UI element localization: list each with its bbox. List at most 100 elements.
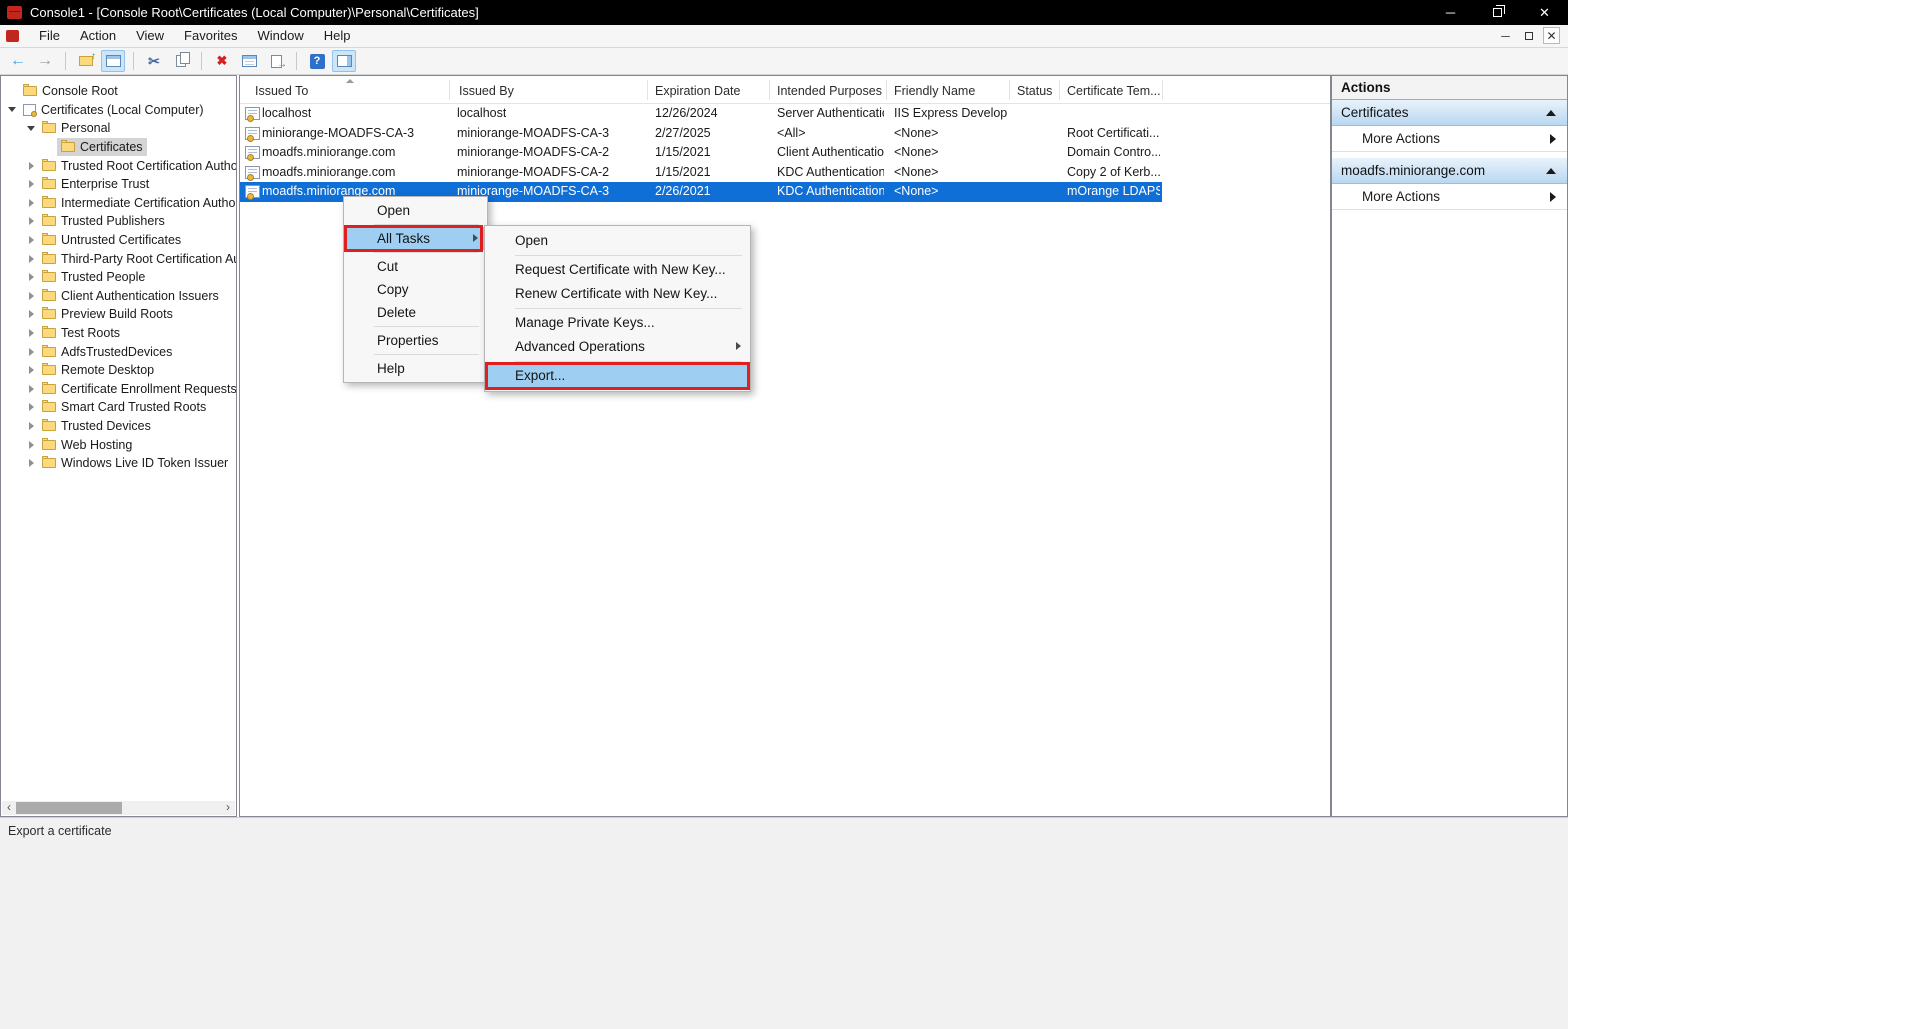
tree-item-client-authentication-issuers[interactable]: Client Authentication Issuers (1, 287, 236, 306)
certificate-row[interactable]: localhostlocalhost12/26/2024Server Authe… (240, 104, 1330, 124)
expand-chevron-icon[interactable] (24, 422, 38, 430)
expand-chevron-icon[interactable] (24, 292, 38, 300)
submenu-item-request-certificate-with-new-key[interactable]: Request Certificate with New Key... (485, 258, 750, 282)
certificate-row[interactable]: miniorange-MOADFS-CA-3miniorange-MOADFS-… (240, 124, 1330, 144)
context-menu-item-cut[interactable]: Cut (344, 255, 487, 278)
tree-item-intermediate-certification-autho[interactable]: Intermediate Certification Autho (1, 194, 236, 213)
expand-chevron-icon[interactable] (24, 255, 38, 263)
collapse-chevron-icon[interactable] (24, 126, 38, 131)
expand-chevron-icon[interactable] (24, 310, 38, 318)
menu-view[interactable]: View (126, 25, 174, 47)
actions-section-certificates[interactable]: Certificates (1332, 100, 1567, 126)
context-menu-item-help[interactable]: Help (344, 357, 487, 380)
submenu-item-export[interactable]: Export... (485, 364, 750, 388)
back-icon[interactable]: ← (6, 50, 30, 72)
menu-help[interactable]: Help (314, 25, 361, 47)
context-menu-item-properties[interactable]: Properties (344, 329, 487, 352)
submenu-item-open[interactable]: Open (485, 229, 750, 253)
expand-chevron-icon[interactable] (24, 403, 38, 411)
context-menu-item-copy[interactable]: Copy (344, 278, 487, 301)
show-console-tree-icon[interactable] (101, 50, 125, 72)
tree-item-trusted-people[interactable]: Trusted People (1, 268, 236, 287)
properties-icon[interactable] (237, 50, 261, 72)
delete-icon[interactable]: ✖ (210, 50, 234, 72)
tree-item-enterprise-trust[interactable]: Enterprise Trust (1, 175, 236, 194)
expand-chevron-icon[interactable] (24, 199, 38, 207)
expand-chevron-icon[interactable] (24, 441, 38, 449)
expand-chevron-icon[interactable] (24, 273, 38, 281)
column-header-intended-purposes[interactable]: Intended Purposes (777, 76, 882, 104)
expand-chevron-icon[interactable] (24, 329, 38, 337)
mdi-close-button[interactable]: ✕ (1543, 27, 1560, 44)
expand-chevron-icon[interactable] (24, 217, 38, 225)
tree-item-preview-build-roots[interactable]: Preview Build Roots (1, 305, 236, 324)
expand-chevron-icon[interactable] (24, 162, 38, 170)
copy-icon[interactable] (169, 50, 193, 72)
tree-item-trusted-publishers[interactable]: Trusted Publishers (1, 212, 236, 231)
cut-icon[interactable]: ✂ (142, 50, 166, 72)
menu-favorites[interactable]: Favorites (174, 25, 247, 47)
show-action-pane-icon[interactable] (332, 50, 356, 72)
help-icon[interactable]: ? (305, 50, 329, 72)
submenu-item-renew-certificate-with-new-key[interactable]: Renew Certificate with New Key... (485, 282, 750, 306)
more-actions-button[interactable]: More Actions (1332, 184, 1567, 210)
tree-item-third-party-root-certification-au[interactable]: Third-Party Root Certification Au (1, 249, 236, 268)
mdi-minimize-button[interactable]: ─ (1497, 27, 1514, 44)
collapse-chevron-icon[interactable] (5, 107, 19, 112)
scroll-right-button[interactable]: › (221, 801, 235, 815)
expand-chevron-icon[interactable] (24, 180, 38, 188)
submenu-item-manage-private-keys[interactable]: Manage Private Keys... (485, 311, 750, 335)
tree-item-certificates[interactable]: Certificates (1, 138, 236, 157)
tree-item-untrusted-certificates[interactable]: Untrusted Certificates (1, 231, 236, 250)
scroll-left-button[interactable]: ‹ (2, 801, 16, 815)
certificate-row[interactable]: moadfs.miniorange.comminiorange-MOADFS-C… (240, 143, 1330, 163)
export-list-icon[interactable]: → (264, 50, 288, 72)
column-header-certificate-tem[interactable]: Certificate Tem... (1067, 76, 1161, 104)
column-separator[interactable] (1009, 80, 1010, 100)
column-header-issued-by[interactable]: Issued By (459, 76, 514, 104)
expand-chevron-icon[interactable] (24, 236, 38, 244)
tree-item-trusted-root-certification-autho[interactable]: Trusted Root Certification Autho (1, 156, 236, 175)
expand-chevron-icon[interactable] (24, 366, 38, 374)
tree-item-windows-live-id-token-issuer[interactable]: Windows Live ID Token Issuer (1, 454, 236, 473)
certificate-row[interactable]: moadfs.miniorange.comminiorange-MOADFS-C… (240, 163, 1330, 183)
expand-chevron-icon[interactable] (24, 348, 38, 356)
column-header-expiration-date[interactable]: Expiration Date (655, 76, 740, 104)
tree-item-web-hosting[interactable]: Web Hosting (1, 435, 236, 454)
submenu-item-advanced-operations[interactable]: Advanced Operations (485, 335, 750, 359)
menu-action[interactable]: Action (70, 25, 126, 47)
tree-item-test-roots[interactable]: Test Roots (1, 324, 236, 343)
context-menu-item-open[interactable]: Open (344, 199, 487, 222)
column-separator[interactable] (449, 80, 450, 100)
column-separator[interactable] (769, 80, 770, 100)
minimize-button[interactable]: ─ (1427, 0, 1474, 25)
scrollbar-thumb[interactable] (16, 802, 122, 814)
tree-item-remote-desktop[interactable]: Remote Desktop (1, 361, 236, 380)
menu-window[interactable]: Window (248, 25, 314, 47)
context-menu-item-all-tasks[interactable]: All Tasks (344, 227, 487, 250)
expand-chevron-icon[interactable] (24, 459, 38, 467)
expand-chevron-icon[interactable] (24, 385, 38, 393)
menu-file[interactable]: File (29, 25, 70, 47)
column-separator[interactable] (1059, 80, 1060, 100)
tree-item-smart-card-trusted-roots[interactable]: Smart Card Trusted Roots (1, 398, 236, 417)
tree-item-console-root[interactable]: Console Root (1, 82, 236, 101)
mdi-restore-button[interactable] (1520, 27, 1537, 44)
tree-item-personal[interactable]: Personal (1, 119, 236, 138)
context-menu-item-delete[interactable]: Delete (344, 301, 487, 324)
column-header-friendly-name[interactable]: Friendly Name (894, 76, 975, 104)
restore-button[interactable] (1474, 0, 1521, 25)
close-button[interactable]: ✕ (1521, 0, 1568, 25)
tree-item-certificate-enrollment-requests[interactable]: Certificate Enrollment Requests (1, 380, 236, 399)
tree-item-certificates-local-computer[interactable]: Certificates (Local Computer) (1, 101, 236, 120)
tree-horizontal-scrollbar[interactable]: ‹ › (2, 801, 235, 815)
actions-section-moadfs-miniorange-com[interactable]: moadfs.miniorange.com (1332, 158, 1567, 184)
column-separator[interactable] (886, 80, 887, 100)
more-actions-button[interactable]: More Actions (1332, 126, 1567, 152)
column-header-status[interactable]: Status (1017, 76, 1052, 104)
column-separator[interactable] (647, 80, 648, 100)
column-separator[interactable] (1162, 80, 1163, 100)
up-one-level-icon[interactable]: ↑ (74, 50, 98, 72)
forward-icon[interactable]: → (33, 50, 57, 72)
tree-item-trusted-devices[interactable]: Trusted Devices (1, 417, 236, 436)
